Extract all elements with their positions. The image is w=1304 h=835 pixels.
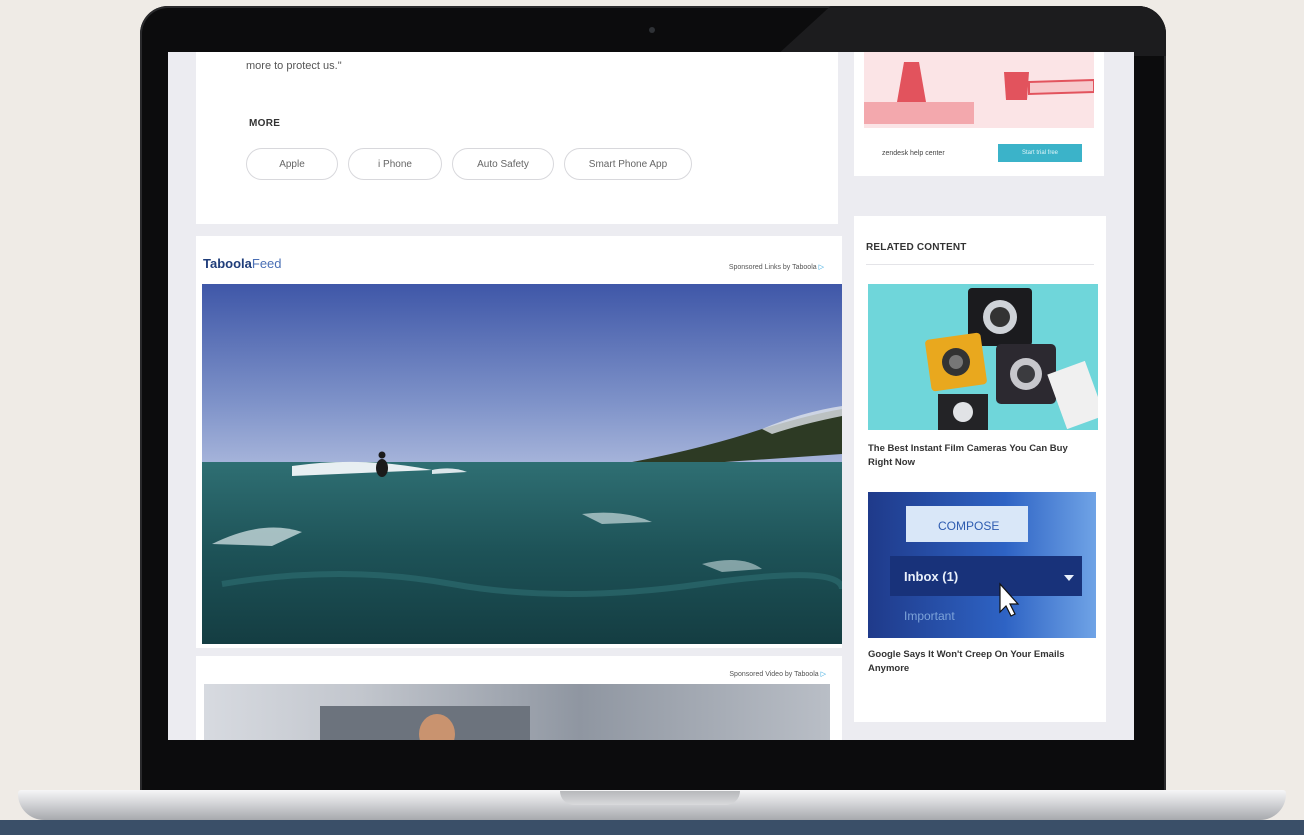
bezel-glare <box>776 6 1166 56</box>
compose-label: COMPOSE <box>938 519 999 533</box>
tag-apple[interactable]: Apple <box>246 148 338 180</box>
related-item-title[interactable]: Google Says It Won't Creep On Your Email… <box>868 648 1088 676</box>
sponsored-video-label[interactable]: Sponsored Video by Taboola ▷ <box>729 670 826 678</box>
related-item-thumbnail-cameras[interactable] <box>868 284 1098 430</box>
tag-iphone[interactable]: i Phone <box>348 148 442 180</box>
sponsored-video-text: Sponsored Video by Taboola <box>729 671 819 678</box>
divider <box>866 264 1094 265</box>
ad-illustration <box>864 52 1094 128</box>
sponsored-links-label[interactable]: Sponsored Links by Taboola ▷ <box>729 263 824 271</box>
play-triangle-icon: ▷ <box>818 264 824 271</box>
related-item-thumbnail-gmail[interactable]: COMPOSE Inbox (1) Important <box>868 492 1096 638</box>
sponsored-video-card: Sponsored Video by Taboola ▷ <box>196 656 842 740</box>
desk-surface <box>0 820 1304 835</box>
webcam <box>649 27 655 33</box>
logo-sub: Feed <box>251 256 282 271</box>
play-triangle-icon: ▷ <box>820 671 826 678</box>
article-card: more to protect us." MORE Apple i Phone … <box>196 52 838 224</box>
ad-brand-text: zendesk help center <box>882 150 945 157</box>
article-quote-fragment: more to protect us." <box>246 60 342 72</box>
taboola-feed-logo[interactable]: TaboolaFeed <box>203 256 282 271</box>
sponsored-links-text: Sponsored Links by Taboola <box>728 264 817 271</box>
more-heading: MORE <box>249 118 281 129</box>
tag-smart-phone-app[interactable]: Smart Phone App <box>564 148 692 180</box>
important-label: Important <box>904 609 955 623</box>
laptop-base-notch <box>560 791 740 805</box>
related-content-heading: RELATED CONTENT <box>866 242 967 253</box>
sidebar-ad[interactable]: zendesk help center Start trial free <box>854 52 1104 176</box>
video-thumbnail[interactable] <box>204 684 830 740</box>
ad-cta-button[interactable]: Start trial free <box>998 144 1082 162</box>
related-content-card: RELATED CONTENT The Best Instant Film Ca… <box>854 216 1106 722</box>
logo-main: Taboola <box>203 256 252 271</box>
surf-hero-image[interactable] <box>202 284 842 644</box>
related-item-title[interactable]: The Best Instant Film Cameras You Can Bu… <box>868 442 1088 470</box>
tag-auto-safety[interactable]: Auto Safety <box>452 148 554 180</box>
laptop-screen: more to protect us." MORE Apple i Phone … <box>168 52 1134 740</box>
tag-list: Apple i Phone Auto Safety Smart Phone Ap… <box>246 148 692 180</box>
taboola-feed-card: TaboolaFeed Sponsored Links by Taboola ▷ <box>196 236 842 648</box>
inbox-label: Inbox (1) <box>904 569 958 584</box>
